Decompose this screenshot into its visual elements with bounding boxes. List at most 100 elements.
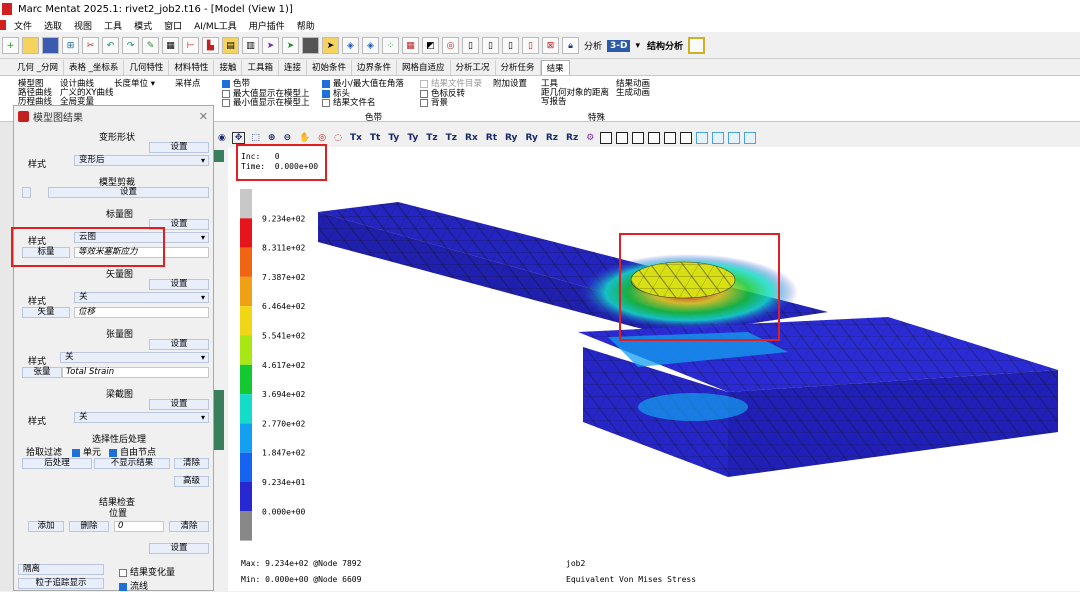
isolate-button[interactable]: 隔离 (18, 564, 104, 575)
new-icon[interactable]: + (2, 37, 19, 54)
doc3-icon[interactable]: ▯ (502, 37, 519, 54)
beam-settings-button[interactable]: 设置 (149, 399, 209, 410)
write-report-button[interactable]: 写报告 (541, 97, 567, 107)
mesh2-icon[interactable]: ◈ (362, 37, 379, 54)
eraser-icon[interactable]: ◩ (422, 37, 439, 54)
tab-loadcases[interactable]: 分析工况 (451, 60, 496, 75)
eye-icon[interactable]: ◉ (216, 133, 228, 143)
location-value-field[interactable]: 0 (114, 521, 164, 532)
view-cube-3-icon[interactable] (632, 132, 645, 144)
tree-icon[interactable]: ⊞ (62, 37, 79, 54)
open-icon[interactable] (22, 37, 39, 54)
tab-toolbox[interactable]: 工具箱 (242, 60, 279, 75)
rotate-x-neg-icon[interactable]: Rt (484, 133, 499, 143)
fit-icon[interactable]: ✥ (231, 132, 246, 144)
tab-mesh-adaptivity[interactable]: 网格自适应 (397, 60, 451, 75)
vector-value-field[interactable]: 位移 (74, 307, 209, 318)
rotate-z-icon[interactable]: Rz (544, 133, 560, 143)
view-cube-9-icon[interactable] (728, 132, 741, 144)
particle-tracking-button[interactable]: 粒子追踪显示 (18, 578, 104, 589)
tab-links[interactable]: 连接 (279, 60, 307, 75)
tensor-button[interactable]: 张量 (22, 367, 62, 378)
rotate-icon[interactable]: ◎ (316, 133, 328, 143)
tab-boundary-conditions[interactable]: 边界条件 (352, 60, 398, 75)
translate-x-neg-icon[interactable]: Tt (368, 133, 382, 143)
model-viewport[interactable]: Inc: 0 Time: 0.000e+00 9.234e+02 8.311e+0… (228, 144, 1080, 591)
tensor-style-select[interactable]: 关 (60, 352, 209, 363)
view-cube-4-icon[interactable] (648, 132, 661, 144)
vector-style-select[interactable]: 关 (74, 292, 209, 303)
menu-select[interactable]: 选取 (38, 19, 68, 32)
view-cube-2-icon[interactable] (616, 132, 629, 144)
result-filename-checkbox[interactable]: 结果文件名 (322, 98, 376, 108)
zoom-in-icon[interactable]: ⊕ (266, 133, 278, 143)
zoom-box-icon[interactable]: ⬚ (249, 133, 262, 143)
tab-jobs[interactable]: 分析任务 (496, 60, 541, 75)
lock-icon[interactable]: 🔒︎ (562, 37, 579, 54)
rotate-z-neg-icon[interactable]: Rz (564, 133, 580, 143)
tab-material-properties[interactable]: 材料特性 (169, 60, 215, 75)
delete-location-button[interactable]: 删除 (69, 521, 109, 532)
beam-style-select[interactable]: 关 (74, 412, 209, 423)
vector-button[interactable]: 矢量 (22, 307, 70, 318)
minmax-corner-checkbox[interactable]: 最小/最大值在角落 (322, 79, 404, 89)
matrix-icon[interactable]: ▦ (402, 37, 419, 54)
menu-mode[interactable]: 模式 (128, 19, 158, 32)
tab-tables-coords[interactable]: 表格 _坐标系 (64, 60, 125, 75)
target-icon[interactable]: ◎ (442, 37, 459, 54)
check-settings-button[interactable]: 设置 (149, 543, 209, 554)
view-3d-button[interactable]: 3-D (607, 39, 631, 52)
menu-view[interactable]: 视图 (68, 19, 98, 32)
tensor-settings-button[interactable]: 设置 (149, 339, 209, 350)
clear-location-button[interactable]: 清除 (169, 521, 209, 532)
close-icon[interactable]: ✕ (199, 110, 208, 123)
menu-aiml[interactable]: AI/ML工具 (188, 19, 243, 32)
view-cube-1-icon[interactable] (600, 132, 613, 144)
length-unit-select[interactable]: 长度单位 ▾ (114, 79, 155, 89)
grid-icon[interactable]: ▦ (162, 37, 179, 54)
min-on-model-checkbox[interactable]: 最小值显示在模型上 (222, 98, 310, 108)
settings-gear-icon[interactable]: ⚙ (584, 133, 596, 143)
tab-initial-conditions[interactable]: 初始条件 (307, 60, 352, 75)
tab-geometry-mesh[interactable]: 几何 _分网 (12, 60, 64, 75)
zoom-out-icon[interactable]: ⊖ (281, 133, 293, 143)
dots-icon[interactable]: ⁘ (382, 37, 399, 54)
doc1-icon[interactable]: ▯ (462, 37, 479, 54)
translate-x-icon[interactable]: Tx (348, 133, 364, 143)
menu-file[interactable]: 文件 (8, 19, 38, 32)
doc4-icon[interactable]: ▯ (522, 37, 539, 54)
grid2-icon[interactable]: ▥ (242, 37, 259, 54)
view-cube-10-icon[interactable] (744, 132, 757, 144)
generate-animation-button[interactable]: 生成动画 (616, 88, 650, 98)
deform-settings-button[interactable]: 设置 (149, 142, 209, 153)
menu-plugins[interactable]: 用户插件 (243, 19, 291, 32)
structural-analysis-label[interactable]: 结构分析 (645, 39, 685, 52)
rotate-x-icon[interactable]: Rx (463, 133, 480, 143)
chevron-down-icon[interactable]: ▾ (633, 41, 642, 51)
mesh-icon[interactable]: ◈ (342, 37, 359, 54)
delete-icon[interactable]: ⊠ (542, 37, 559, 54)
vector-settings-button[interactable]: 设置 (149, 279, 209, 290)
view-cube-7-icon[interactable] (696, 132, 709, 144)
deform-style-select[interactable]: 变形后 (74, 155, 209, 166)
sample-point-button[interactable]: 采样点 (175, 79, 201, 89)
tab-results[interactable]: 结果 (540, 60, 570, 75)
translate-z-neg-icon[interactable]: Tz (444, 133, 459, 143)
undo-icon[interactable]: ↶ (102, 37, 119, 54)
brush-icon[interactable]: ✎ (142, 37, 159, 54)
clip-checkbox[interactable] (22, 187, 31, 198)
add-location-button[interactable]: 添加 (28, 521, 64, 532)
rotate-y-icon[interactable]: Ry (503, 133, 519, 143)
measure-icon[interactable]: ⊢ (182, 37, 199, 54)
menu-help[interactable]: 帮助 (291, 19, 321, 32)
menu-window[interactable]: 窗口 (158, 19, 188, 32)
clip-settings-button[interactable]: 设置 (48, 187, 209, 198)
save-icon[interactable] (42, 37, 59, 54)
rotate2-icon[interactable]: ◌ (332, 133, 344, 143)
view-cube-6-icon[interactable] (680, 132, 693, 144)
dock-handle-lower[interactable] (214, 390, 224, 450)
chart-icon[interactable]: ▙ (202, 37, 219, 54)
square-icon[interactable] (302, 37, 319, 54)
tensor-value-field[interactable]: Total Strain (62, 367, 209, 378)
tab-contact[interactable]: 接触 (214, 60, 243, 75)
